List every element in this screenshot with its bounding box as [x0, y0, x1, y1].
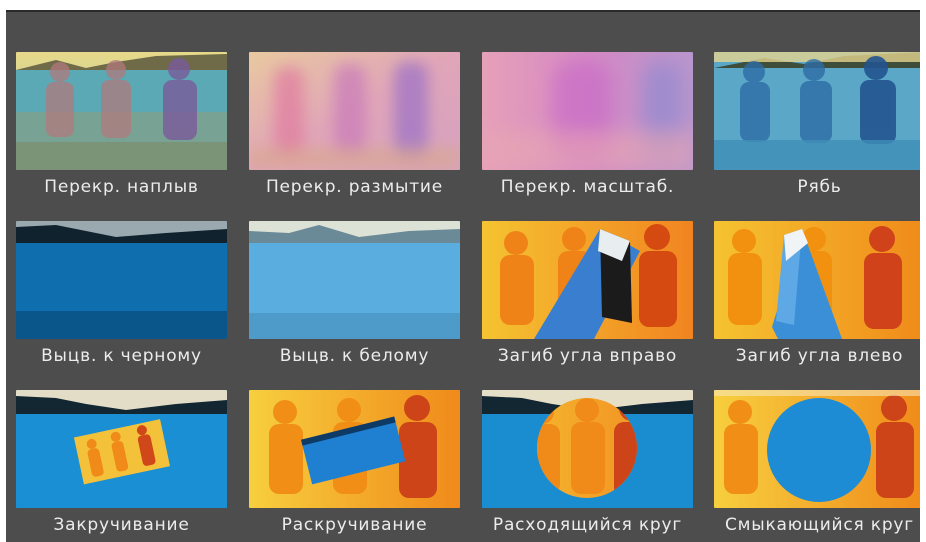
cross-dissolve-icon — [16, 52, 227, 170]
ripple-icon — [714, 52, 925, 170]
transition-spin-in[interactable]: Закручивание — [16, 390, 227, 542]
transition-page-curl-right[interactable]: Загиб угла вправо — [482, 221, 693, 381]
transition-label: Перекр. масштаб. — [500, 177, 675, 197]
transition-ripple[interactable]: Рябь — [714, 52, 925, 212]
transition-circle-close[interactable]: Смыкающийся круг — [714, 390, 925, 542]
circle-close-icon — [714, 390, 925, 508]
spin-out-icon — [249, 390, 460, 508]
transition-label: Закручивание — [53, 515, 190, 535]
transition-label: Загиб угла вправо — [497, 346, 678, 366]
transition-label: Выцв. к черному — [41, 346, 202, 366]
page-curl-left-icon — [714, 221, 925, 339]
transition-cross-dissolve[interactable]: Перекр. наплыв — [16, 52, 227, 212]
transition-label: Перекр. наплыв — [44, 177, 199, 197]
fade-to-white-icon — [249, 221, 460, 339]
transition-fade-to-black[interactable]: Выцв. к черному — [16, 221, 227, 381]
circle-open-icon — [482, 390, 693, 508]
transition-fade-to-white[interactable]: Выцв. к белому — [249, 221, 460, 381]
top-divider — [6, 10, 926, 12]
transition-label: Смыкающийся круг — [724, 515, 915, 535]
transition-label: Рябь — [797, 177, 842, 197]
transition-label: Расходящийся круг — [492, 515, 683, 535]
transition-label: Загиб угла влево — [735, 346, 904, 366]
transition-page-curl-left[interactable]: Загиб угла влево — [714, 221, 925, 381]
spin-in-icon — [16, 390, 227, 508]
fade-to-black-icon — [16, 221, 227, 339]
transitions-browser: Перекр. наплыв Перекр. размытие Перекр. … — [6, 10, 926, 542]
transition-circle-open[interactable]: Расходящийся круг — [482, 390, 693, 542]
transition-label: Раскручивание — [281, 515, 428, 535]
cross-blur-icon — [249, 52, 460, 170]
transition-cross-zoom[interactable]: Перекр. масштаб. — [482, 52, 693, 212]
transition-spin-out[interactable]: Раскручивание — [249, 390, 460, 542]
page-edge — [920, 0, 926, 542]
page-curl-right-icon — [482, 221, 693, 339]
transition-label: Выцв. к белому — [279, 346, 430, 366]
cross-zoom-icon — [482, 52, 693, 170]
transition-label: Перекр. размытие — [265, 177, 444, 197]
transition-cross-blur[interactable]: Перекр. размытие — [249, 52, 460, 212]
